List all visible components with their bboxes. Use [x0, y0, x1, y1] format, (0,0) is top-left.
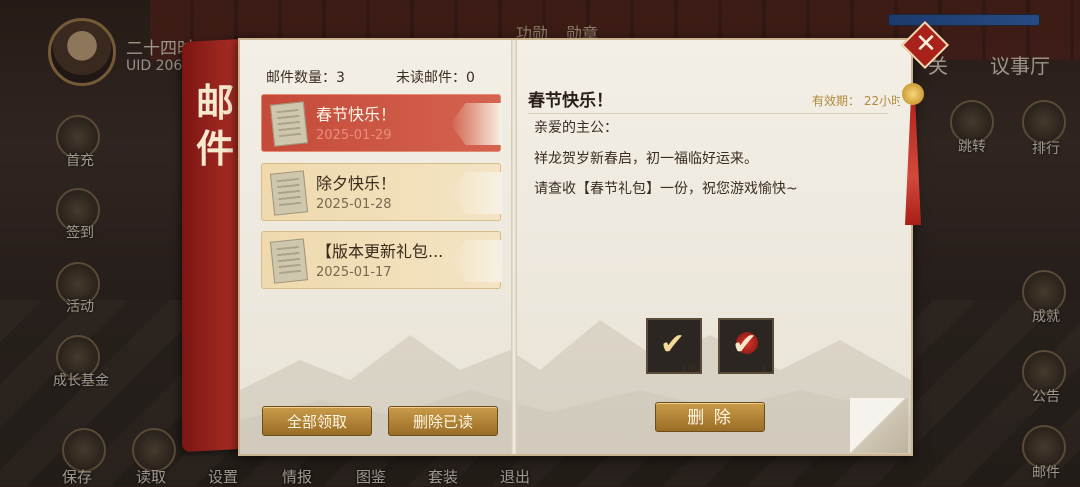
reward-quantity: 100 [680, 362, 701, 375]
page-curl [850, 398, 908, 453]
mail-item-title: 春节快乐！ [316, 105, 397, 124]
mail-item[interactable]: 除夕快乐！ 2025-01-28 [261, 163, 502, 221]
claim-all-button[interactable]: 全部领取 [262, 406, 372, 436]
reward-quantity: 1 [760, 362, 767, 375]
delete-button[interactable]: 删 除 [655, 402, 765, 432]
mail-tag-arrow [450, 172, 502, 214]
delete-read-button[interactable]: 删除已读 [388, 406, 498, 436]
mail-count: 邮件数量：3 [266, 70, 345, 86]
letter-icon [269, 170, 309, 216]
letter-icon [269, 101, 309, 147]
mail-item-date: 2025-01-17 [316, 265, 392, 280]
close-icon[interactable]: ✕ [913, 27, 939, 61]
mail-tag-arrow [450, 240, 502, 282]
mail-item[interactable]: 春节快乐！ 2025-01-29 [261, 94, 502, 152]
check-reward-icon: ✔ [660, 327, 686, 362]
message-divider [528, 113, 888, 114]
mail-item-date: 2025-01-28 [316, 197, 392, 212]
letter-icon [269, 238, 309, 284]
mail-tag-arrow [450, 103, 502, 145]
message-title: 春节快乐！ [528, 91, 613, 111]
mail-item-title: 除夕快乐！ [316, 174, 397, 193]
message-greeting: 亲爱的主公： [534, 120, 618, 136]
message-line: 祥龙贺岁新春启，初一福临好运来。 [534, 151, 758, 167]
tassel-knob [902, 83, 924, 105]
check-reward-icon: ✔ [732, 327, 758, 362]
mail-item-date: 2025-01-29 [316, 128, 392, 143]
book-spine [511, 40, 517, 454]
mail-item-title: 【版本更新礼包... [316, 242, 444, 261]
message-line: 请查收【春节礼包】一份，祝您游戏愉快~ [534, 181, 798, 197]
unread-count: 未读邮件：0 [396, 70, 475, 86]
message-validity: 有效期： 22小时 [812, 94, 900, 108]
mail-item[interactable]: 【版本更新礼包... 2025-01-17 [261, 231, 502, 289]
